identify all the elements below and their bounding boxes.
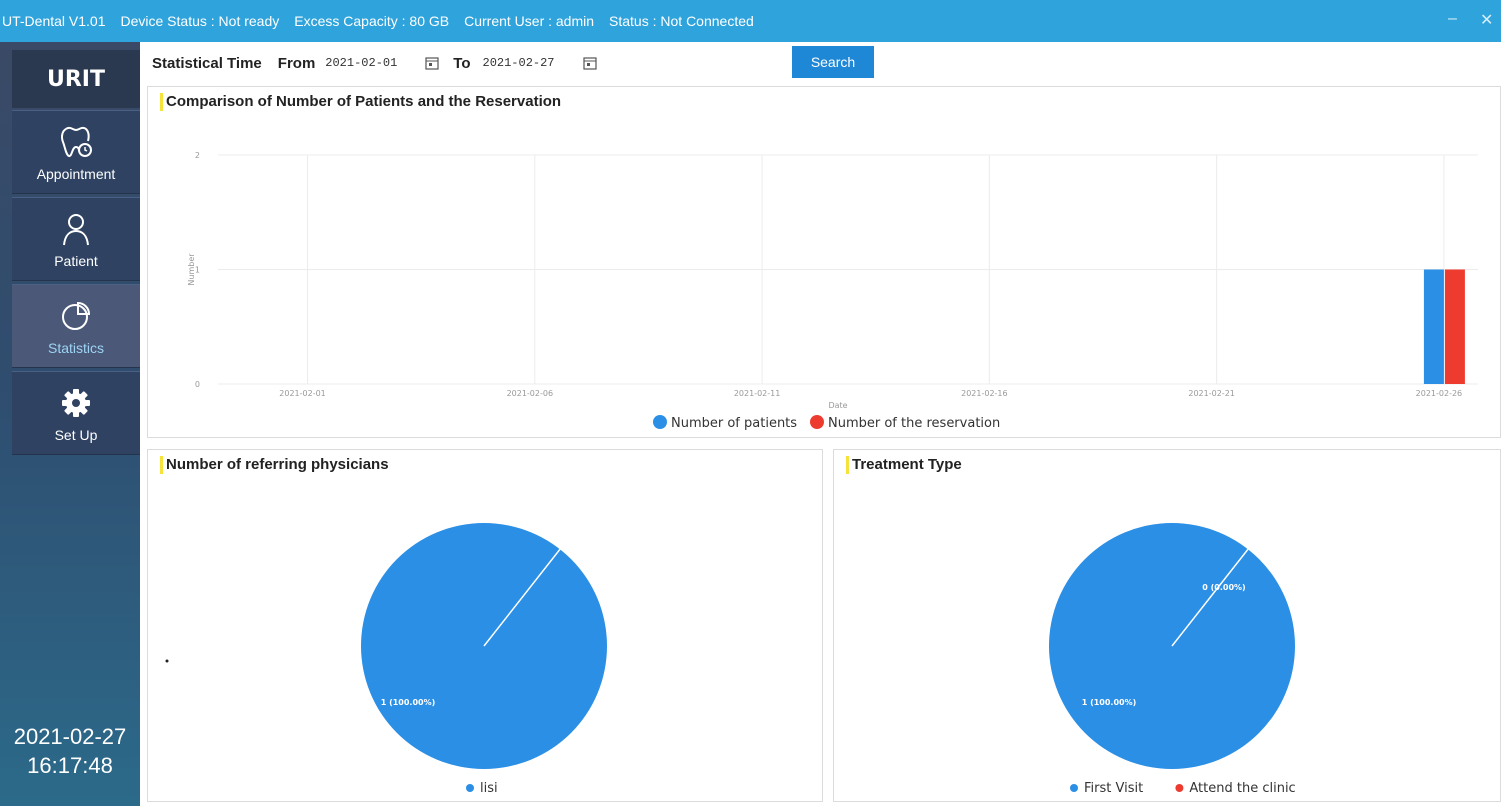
x-tick-label: 2021-02-16 bbox=[961, 389, 1008, 398]
bar-patients bbox=[1423, 269, 1444, 384]
x-tick-label: 2021-02-21 bbox=[1188, 389, 1235, 398]
sidebar-item-label: Appointment bbox=[36, 166, 116, 182]
x-tick-label: 2021-02-11 bbox=[734, 389, 781, 398]
slice-label: 1 (100.00%) bbox=[381, 698, 436, 707]
to-date-input[interactable] bbox=[482, 56, 573, 70]
legend-marker bbox=[1175, 784, 1184, 792]
close-button[interactable]: ✕ bbox=[1480, 10, 1493, 30]
calendar-icon[interactable] bbox=[425, 56, 439, 70]
clock-time: 16:17:48 bbox=[27, 753, 113, 778]
sidebar-item-setup[interactable]: Set Up bbox=[12, 371, 140, 455]
sidebar: URIT Appointment Patient Statistics Set … bbox=[0, 42, 140, 806]
pie-chart-icon bbox=[59, 296, 93, 336]
legend-label: Attend the clinic bbox=[1189, 781, 1295, 796]
from-label: From bbox=[277, 54, 316, 72]
from-date-input[interactable] bbox=[325, 56, 416, 70]
legend-label: Number of patients bbox=[671, 416, 797, 431]
current-user: Current User : admin bbox=[464, 13, 595, 29]
to-label: To bbox=[453, 54, 471, 72]
connection-status: Status : Not Connected bbox=[609, 13, 754, 29]
sidebar-item-patient[interactable]: Patient bbox=[12, 197, 140, 281]
search-button[interactable]: Search bbox=[792, 46, 874, 78]
sidebar-item-label: Patient bbox=[54, 253, 98, 269]
comparison-chart-panel: Comparison of Number of Patients and the… bbox=[147, 86, 1501, 438]
excess-capacity: Excess Capacity : 80 GB bbox=[294, 13, 450, 29]
minimize-button[interactable]: – bbox=[1448, 10, 1457, 28]
x-axis-title: Date bbox=[828, 401, 847, 410]
treatment-type-panel: Treatment Type 1 (100.00%) 0 (0.00%) First… bbox=[833, 449, 1501, 802]
legend-label: First Visit bbox=[1084, 781, 1143, 796]
legend-label: Number of the reservation bbox=[828, 416, 1000, 431]
referring-physicians-panel: Number of referring physicians 1 (100.00… bbox=[147, 449, 823, 802]
treatment-type-pie-chart: 1 (100.00%) 0 (0.00%) First Visit Attend th… bbox=[1049, 523, 1296, 796]
legend-label: lisi bbox=[480, 781, 498, 796]
bar-reservation bbox=[1444, 269, 1465, 384]
slice-label: 0 (0.00%) bbox=[1202, 583, 1245, 592]
title-bar: UT-Dental V1.01 Device Status : Not read… bbox=[0, 0, 1501, 42]
y-tick-label: 0 bbox=[195, 380, 200, 389]
clock-date: 2021-02-27 bbox=[13, 724, 127, 749]
app-name: UT-Dental V1.01 bbox=[2, 13, 106, 29]
sidebar-item-label: Statistics bbox=[47, 340, 104, 356]
legend-marker bbox=[466, 784, 474, 792]
stray-dot bbox=[165, 659, 169, 663]
y-axis-title: Number bbox=[187, 253, 196, 286]
comparison-bar-chart: 0122021-02-01 2021-02-06 2021-02-11 2021-02… bbox=[187, 151, 1478, 431]
logo: URIT bbox=[12, 50, 140, 108]
user-icon bbox=[61, 209, 91, 249]
gear-icon bbox=[61, 383, 91, 423]
slice-label: 1 (100.00%) bbox=[1082, 698, 1137, 707]
sidebar-item-statistics[interactable]: Statistics bbox=[12, 284, 140, 368]
legend-marker bbox=[1070, 784, 1078, 792]
x-tick-label: 2021-02-26 bbox=[1416, 389, 1463, 398]
x-tick-label: 2021-02-06 bbox=[507, 389, 554, 398]
referring-physicians-pie-chart: 1 (100.00%) lisi bbox=[165, 523, 607, 796]
clock: 2021-02-27 16:17:48 bbox=[0, 722, 140, 780]
statistical-time-label: Statistical Time bbox=[152, 54, 262, 72]
calendar-icon[interactable] bbox=[582, 56, 597, 70]
sidebar-item-appointment[interactable]: Appointment bbox=[12, 110, 140, 194]
device-status: Device Status : Not ready bbox=[120, 13, 280, 29]
filter-toolbar: Statistical Time From To Search bbox=[140, 42, 1501, 84]
legend-marker bbox=[653, 415, 667, 429]
x-tick-label: 2021-02-01 bbox=[279, 389, 326, 398]
sidebar-item-label: Set Up bbox=[54, 427, 98, 443]
tooth-icon bbox=[58, 122, 94, 162]
legend-marker bbox=[810, 415, 824, 429]
y-tick-label: 2 bbox=[195, 151, 200, 160]
